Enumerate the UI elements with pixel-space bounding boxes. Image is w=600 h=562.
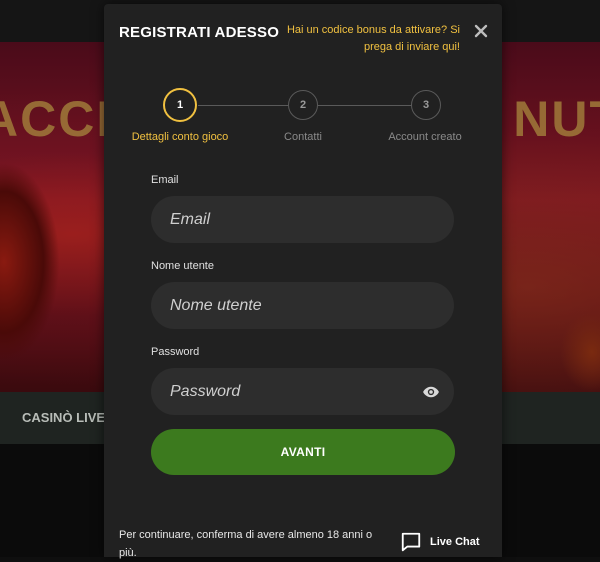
password-field[interactable] [168, 381, 422, 402]
registration-stepper: 1 2 3 Dettagli conto gioco Contatti Acco… [104, 88, 502, 150]
registration-modal: REGISTRATI ADESSO Hai un codice bonus da… [104, 4, 502, 559]
step-1-label: Dettagli conto gioco [131, 131, 229, 143]
username-label: Nome utente [151, 260, 214, 272]
nav-item-casino-live[interactable]: CASINÒ LIVE [22, 410, 105, 425]
step-1-indicator: 1 [163, 88, 197, 122]
bonus-code-link[interactable]: Hai un codice bonus da attivare? Si preg… [264, 22, 460, 56]
step-3-label: Account creato [388, 131, 462, 143]
eye-icon[interactable] [422, 383, 440, 401]
banner-character-left [0, 162, 60, 362]
step-connector [198, 105, 288, 106]
username-field-wrapper [151, 282, 454, 329]
step-2-indicator: 2 [288, 90, 318, 120]
live-chat-label: Live Chat [430, 536, 480, 548]
chat-bubble-icon [401, 532, 421, 552]
step-connector [318, 105, 412, 106]
banner-text-right: NUT [513, 91, 600, 147]
banner-character-right [560, 312, 600, 392]
step-2-label: Contatti [284, 131, 322, 143]
modal-title: REGISTRATI ADESSO [119, 24, 280, 41]
password-field-wrapper [151, 368, 454, 415]
username-field[interactable] [168, 295, 422, 316]
step-3-indicator: 3 [411, 90, 441, 120]
email-label: Email [151, 174, 179, 186]
email-field[interactable] [168, 209, 422, 230]
next-button[interactable]: AVANTI [151, 429, 455, 475]
email-field-wrapper [151, 196, 454, 243]
password-label: Password [151, 346, 200, 358]
live-chat-button[interactable]: Live Chat [400, 530, 480, 554]
close-icon[interactable] [473, 23, 489, 39]
